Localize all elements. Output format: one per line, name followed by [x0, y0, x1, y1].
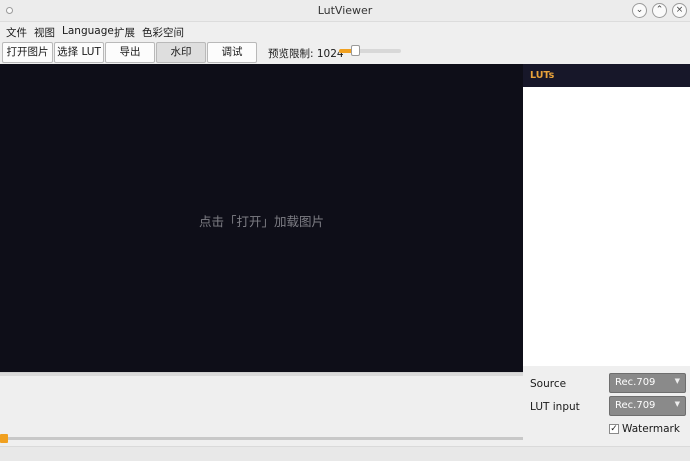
- image-preview[interactable]: 点击「打开」加载图片: [0, 64, 523, 372]
- title-bar: LutViewer ⌄ ⌃ ×: [0, 0, 690, 22]
- lut-panel-header: LUTs: [523, 64, 690, 87]
- watermark-checkbox[interactable]: ✓: [609, 424, 619, 434]
- menu-color-space[interactable]: 色彩空间: [142, 25, 184, 40]
- export-button[interactable]: 导出: [105, 42, 155, 63]
- menu-language[interactable]: Language: [62, 25, 114, 37]
- menu-view[interactable]: 视图: [34, 25, 55, 40]
- watermark-button[interactable]: 水印: [156, 42, 206, 63]
- lut-panel-title: LUTs: [530, 70, 555, 81]
- menu-file[interactable]: 文件: [6, 25, 27, 40]
- open-hint: 点击「打开」加载图片: [198, 214, 324, 229]
- window-title: LutViewer: [317, 4, 373, 17]
- preview-limit-label: 预览限制: 1024: [268, 48, 344, 60]
- close-icon[interactable]: ×: [672, 3, 687, 18]
- preview-limit-slider[interactable]: [339, 45, 401, 56]
- lut-input-label: LUT input: [530, 401, 580, 413]
- source-select-value: Rec.709: [615, 377, 656, 388]
- timeline-handle[interactable]: [0, 434, 8, 443]
- source-select[interactable]: Rec.709 ▼: [609, 373, 686, 393]
- panel-splitter[interactable]: [0, 372, 523, 376]
- maximize-icon[interactable]: ⌃: [652, 3, 667, 18]
- chevron-down-icon: ▼: [674, 400, 680, 408]
- watermark-label[interactable]: Watermark: [622, 423, 680, 435]
- select-lut-button[interactable]: 选择 LUT: [54, 42, 104, 63]
- lut-input-select[interactable]: Rec.709 ▼: [609, 396, 686, 416]
- minimize-icon[interactable]: ⌄: [632, 3, 647, 18]
- source-label: Source: [530, 378, 567, 390]
- chevron-down-icon: ▼: [674, 377, 680, 385]
- status-bar: [0, 446, 690, 461]
- open-image-button[interactable]: 打开图片: [2, 42, 53, 63]
- timeline-track[interactable]: [0, 434, 523, 443]
- debug-button[interactable]: 调试: [207, 42, 257, 63]
- preview-limit-slider-handle[interactable]: [350, 45, 360, 56]
- menu-bar: 文件 视图 Language 扩展 色彩空间: [0, 22, 690, 40]
- lut-list-panel[interactable]: LUTs: [523, 64, 690, 366]
- menu-extensions[interactable]: 扩展: [114, 25, 135, 40]
- lut-input-select-value: Rec.709: [615, 400, 656, 411]
